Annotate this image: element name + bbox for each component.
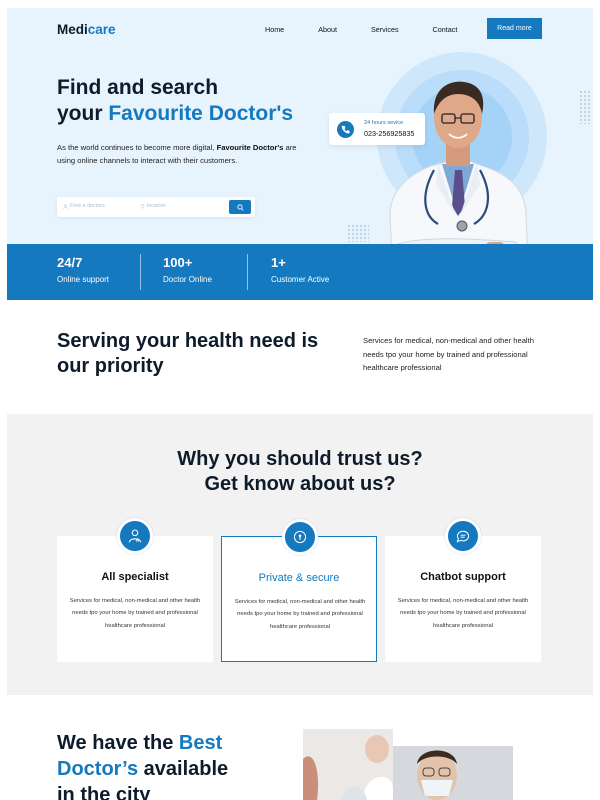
best-doctor-title: We have the Best Doctor’s available in t… xyxy=(57,732,229,800)
location-input[interactable]: location xyxy=(140,203,166,209)
search-button[interactable] xyxy=(229,200,251,214)
nav-home[interactable]: Home xyxy=(265,25,284,34)
dot-pattern xyxy=(347,224,369,242)
divider xyxy=(247,254,248,290)
user-icon xyxy=(63,203,68,209)
doctor-search-input[interactable]: Find a doctors xyxy=(63,203,105,209)
nav-about[interactable]: About xyxy=(318,25,337,34)
phone-icon xyxy=(337,121,354,138)
card-description: Services for medical, non-medical and ot… xyxy=(397,598,529,629)
support-phone: 023-256925835 xyxy=(364,129,415,138)
divider xyxy=(140,254,141,290)
lock-icon xyxy=(282,519,318,555)
doctor-photo xyxy=(303,729,393,800)
serving-description: Services for medical, non-medical and ot… xyxy=(363,336,534,372)
serving-title: Serving your health need is our priority xyxy=(57,330,319,377)
feature-card-private-secure[interactable]: Private & secure Services for medical, n… xyxy=(221,519,377,662)
chat-icon xyxy=(445,518,481,554)
card-title: All specialist xyxy=(101,571,169,583)
dot-pattern xyxy=(579,90,591,124)
location-pin-icon xyxy=(140,203,145,209)
hero-description: As the world continues to become more di… xyxy=(57,143,297,165)
hero-title: Find and search your Favourite Doctor's xyxy=(57,76,294,125)
stats-band: 24/7 Online support 100+ Doctor Online 1… xyxy=(7,244,593,300)
card-description: Services for medical, non-medical and ot… xyxy=(69,598,201,629)
stat-doctor-online: 100+ Doctor Online xyxy=(163,255,212,284)
search-icon xyxy=(236,203,244,211)
card-title: Chatbot support xyxy=(420,571,506,583)
feature-card-chatbot[interactable]: Chatbot support Services for medical, no… xyxy=(385,518,541,662)
card-title: Private & secure xyxy=(258,572,340,584)
stat-online-support: 24/7 Online support xyxy=(57,255,110,284)
feature-card-specialist[interactable]: All specialist Services for medical, non… xyxy=(57,518,213,662)
support-card[interactable]: 24 hours sevice 023-256925835 xyxy=(329,113,425,145)
doctor-photo xyxy=(393,746,513,800)
read-more-button[interactable]: Read more xyxy=(487,18,542,39)
card-description: Services for medical, non-medical and ot… xyxy=(234,599,366,630)
doctor-icon xyxy=(117,518,153,554)
support-title: 24 hours sevice xyxy=(364,120,404,126)
brand-logo[interactable]: Medicare xyxy=(57,22,116,37)
nav-contact[interactable]: Contact xyxy=(433,25,458,34)
nav-services[interactable]: Services xyxy=(371,25,399,34)
main-nav: Home About Services Contact xyxy=(265,25,457,34)
stat-customer-active: 1+ Customer Active xyxy=(271,255,330,284)
doctor-search-bar: Find a doctors location xyxy=(57,197,255,217)
trust-title: Why you should trust us? Get know about u… xyxy=(177,448,423,495)
trust-section: Why you should trust us? Get know about u… xyxy=(7,414,593,695)
